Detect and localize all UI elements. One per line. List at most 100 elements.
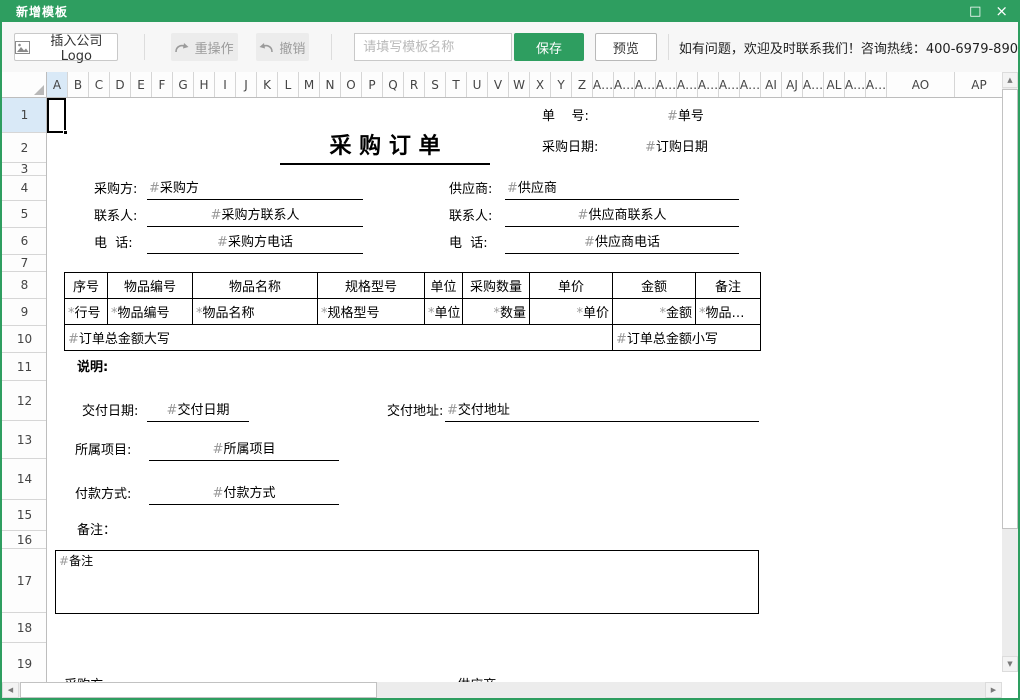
order-total-lower[interactable]: #订单总金额小写 (613, 325, 761, 351)
column-header-37[interactable]: AL (824, 72, 845, 98)
row-header-2[interactable]: 2 (2, 133, 47, 163)
row-header-12[interactable]: 12 (2, 381, 47, 421)
column-header-10[interactable]: K (257, 72, 278, 98)
column-header-15[interactable]: P (362, 72, 383, 98)
item-table-header-3[interactable]: 规格型号 (318, 273, 425, 299)
item-table-placeholder-3[interactable]: *规格型号 (318, 299, 425, 325)
column-header-19[interactable]: T (446, 72, 467, 98)
column-header-13[interactable]: N (320, 72, 341, 98)
scroll-right-icon[interactable]: ▶ (985, 682, 1002, 698)
horizontal-scrollbar[interactable]: ◀ ▶ (2, 682, 1002, 698)
column-header-38[interactable]: A… (845, 72, 866, 98)
item-table-placeholder-2[interactable]: *物品名称 (193, 299, 318, 325)
buyer-contact-field[interactable]: #采购方联系人 (147, 205, 363, 227)
column-header-12[interactable]: M (299, 72, 320, 98)
column-header-23[interactable]: X (530, 72, 551, 98)
item-table-header-2[interactable]: 物品名称 (193, 273, 318, 299)
item-table-placeholder-5[interactable]: *数量 (463, 299, 530, 325)
insert-logo-button[interactable]: 插入公司Logo (14, 33, 118, 61)
item-table-header-8[interactable]: 备注 (696, 273, 761, 299)
redo-button[interactable]: 重操作 (171, 33, 238, 61)
row-header-1[interactable]: 1 (2, 98, 47, 133)
preview-button[interactable]: 预览 (595, 33, 657, 61)
row-header-16[interactable]: 16 (2, 531, 47, 549)
scroll-up-icon[interactable]: ▲ (1002, 72, 1018, 88)
remark-box[interactable]: #备注 (55, 550, 759, 614)
column-header-6[interactable]: G (173, 72, 194, 98)
row-header-10[interactable]: 10 (2, 326, 47, 353)
row-header-8[interactable]: 8 (2, 272, 47, 299)
item-table-placeholder-4[interactable]: *单位 (425, 299, 463, 325)
item-table-header-4[interactable]: 单位 (425, 273, 463, 299)
item-table-header-6[interactable]: 单价 (530, 273, 613, 299)
item-table-placeholder-1[interactable]: *物品编号 (108, 299, 193, 325)
horizontal-scroll-thumb[interactable] (20, 682, 377, 698)
item-table-header-7[interactable]: 金额 (613, 273, 696, 299)
column-header-27[interactable]: A… (614, 72, 635, 98)
row-header-17[interactable]: 17 (2, 549, 47, 613)
vertical-scroll-thumb[interactable] (1002, 89, 1018, 529)
row-header-15[interactable]: 15 (2, 500, 47, 531)
item-table-placeholder-8[interactable]: *物品… (696, 299, 761, 325)
delivery-date-field[interactable]: #交付日期 (147, 400, 249, 422)
column-header-20[interactable]: U (467, 72, 488, 98)
column-header-21[interactable]: V (488, 72, 509, 98)
column-header-29[interactable]: A… (656, 72, 677, 98)
column-header-1[interactable]: B (68, 72, 89, 98)
order-total-upper[interactable]: #订单总金额大写 (65, 325, 613, 351)
column-header-28[interactable]: A… (635, 72, 656, 98)
column-header-31[interactable]: A… (698, 72, 719, 98)
item-table-placeholder-0[interactable]: *行号 (65, 299, 108, 325)
column-header-8[interactable]: I (215, 72, 236, 98)
column-header-35[interactable]: AJ (782, 72, 803, 98)
row-header-9[interactable]: 9 (2, 299, 47, 326)
scroll-left-icon[interactable]: ◀ (2, 682, 19, 698)
supplier-field[interactable]: #供应商 (505, 178, 739, 200)
sheet-canvas[interactable]: 单 号: #单号 采 购 订 单 采购日期: #订购日期 采购方: #采购方 供… (47, 98, 1002, 682)
item-table-header-5[interactable]: 采购数量 (463, 273, 530, 299)
undo-button[interactable]: 撤销 (256, 33, 310, 61)
row-header-18[interactable]: 18 (2, 613, 47, 643)
order-date-placeholder[interactable]: #订购日期 (645, 140, 708, 156)
save-button[interactable]: 保存 (514, 33, 584, 61)
column-header-41[interactable]: AP (955, 72, 1002, 98)
column-header-11[interactable]: L (278, 72, 299, 98)
column-header-14[interactable]: O (341, 72, 362, 98)
column-header-26[interactable]: A… (593, 72, 614, 98)
row-header-19[interactable]: 19 (2, 643, 47, 682)
buyer-field[interactable]: #采购方 (147, 178, 363, 200)
column-header-25[interactable]: Z (572, 72, 593, 98)
project-field[interactable]: #所属项目 (149, 439, 339, 461)
column-header-4[interactable]: E (131, 72, 152, 98)
column-header-16[interactable]: Q (383, 72, 404, 98)
row-header-3[interactable]: 3 (2, 163, 47, 176)
scroll-down-icon[interactable]: ▼ (1002, 656, 1018, 672)
fill-handle[interactable] (63, 130, 68, 135)
item-table-header-0[interactable]: 序号 (65, 273, 108, 299)
item-table-placeholder-6[interactable]: *单价 (530, 299, 613, 325)
close-button[interactable]: × (995, 5, 1008, 18)
row-header-6[interactable]: 6 (2, 228, 47, 255)
column-header-0[interactable]: A (47, 72, 68, 98)
column-header-2[interactable]: C (89, 72, 110, 98)
template-name-input[interactable] (354, 33, 512, 61)
payment-field[interactable]: #付款方式 (149, 483, 339, 505)
row-header-13[interactable]: 13 (2, 421, 47, 459)
column-header-3[interactable]: D (110, 72, 131, 98)
order-no-placeholder[interactable]: #单号 (667, 109, 704, 125)
row-header-14[interactable]: 14 (2, 459, 47, 500)
row-header-4[interactable]: 4 (2, 176, 47, 201)
item-table[interactable]: 序号物品编号物品名称规格型号单位采购数量单价金额备注*行号*物品编号*物品名称*… (64, 272, 761, 351)
column-header-9[interactable]: J (236, 72, 257, 98)
row-header-5[interactable]: 5 (2, 201, 47, 228)
column-header-34[interactable]: AI (761, 72, 782, 98)
vertical-scrollbar[interactable]: ▲ ▼ (1002, 72, 1018, 672)
delivery-addr-field[interactable]: #交付地址 (445, 400, 759, 422)
column-header-32[interactable]: A… (719, 72, 740, 98)
item-table-header-1[interactable]: 物品编号 (108, 273, 193, 299)
column-header-5[interactable]: F (152, 72, 173, 98)
maximize-button[interactable]: □ (969, 5, 981, 18)
row-header-11[interactable]: 11 (2, 353, 47, 381)
column-header-39[interactable]: A… (866, 72, 887, 98)
column-header-30[interactable]: A… (677, 72, 698, 98)
